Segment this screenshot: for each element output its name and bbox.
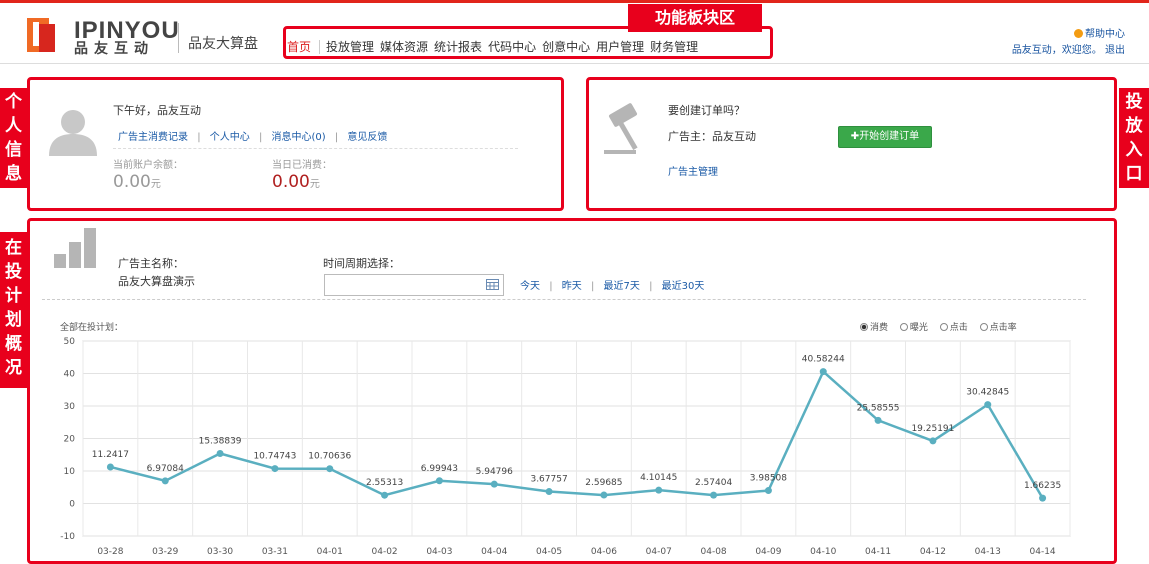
annotation-entry: 投放入口 (1119, 88, 1149, 188)
annotation-box-plan (27, 218, 1117, 564)
logo-cn: 品友互动 (74, 41, 154, 57)
logo-icon[interactable] (27, 18, 67, 52)
help-area: 帮助中心 品友互动，欢迎您。 退出 (1011, 29, 1125, 56)
annotation-box-profile (27, 77, 564, 211)
help-icon (1074, 29, 1083, 38)
annotation-box-nav (283, 26, 773, 59)
welcome-text: 欢迎您 (1061, 45, 1092, 56)
user-name[interactable]: 品友互动 (1012, 45, 1052, 56)
annotation-plan-overview: 在投计划概况 (0, 232, 27, 388)
logo-divider (178, 23, 179, 53)
logout-link[interactable]: 退出 (1105, 45, 1125, 56)
product-name: 品友大算盘 (188, 36, 258, 52)
help-link[interactable]: 帮助中心 (1085, 29, 1125, 40)
annotation-personal-info: 个人信息 (0, 88, 27, 188)
annotation-box-order (586, 77, 1117, 211)
